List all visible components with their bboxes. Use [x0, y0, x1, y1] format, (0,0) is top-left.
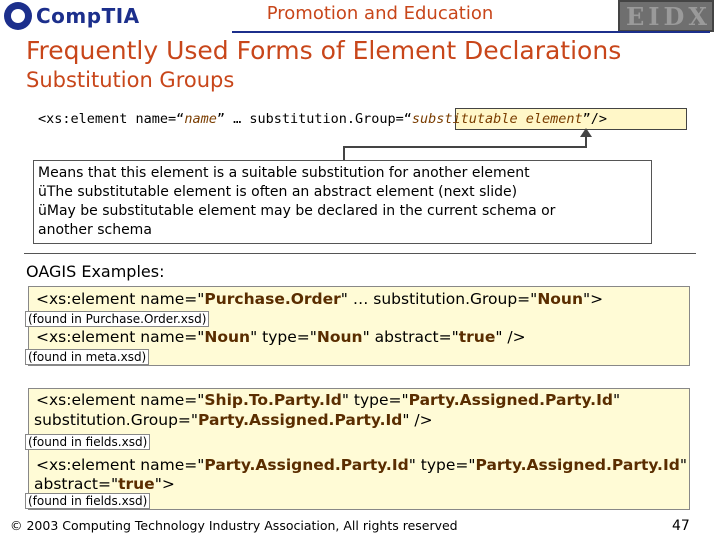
comptia-logo: CompTIA [4, 2, 174, 30]
code-name: name [184, 111, 217, 127]
slide-title: Frequently Used Forms of Element Declara… [26, 36, 622, 65]
code-example: <xs:element name=“name” … substitution.G… [38, 111, 607, 127]
found-note: (found in Purchase.Order.xsd) [25, 311, 210, 327]
copyright: © 2003 Computing Technology Industry Ass… [10, 518, 458, 533]
code-suffix: ”/> [582, 111, 607, 127]
example1-line2: <xs:element name="Noun" type="Noun" abst… [36, 328, 526, 346]
divider [24, 253, 696, 254]
example2-line4: abstract="true"> [34, 475, 175, 493]
example1-line1: <xs:element name="Purchase.Order" … subs… [36, 290, 604, 308]
connector-line [343, 146, 345, 160]
eidx-logo-text: EIDX [626, 2, 711, 31]
code-prefix: <xs:element name=“ [38, 111, 185, 127]
header-rule [232, 31, 710, 33]
header-title: Promotion and Education [266, 3, 494, 24]
slide-subtitle: Substitution Groups [26, 68, 235, 92]
examples-label: OAGIS Examples: [26, 262, 165, 281]
found-note: (found in meta.xsd) [25, 349, 150, 365]
connector-line [343, 146, 586, 148]
found-note: (found in fields.xsd) [25, 493, 151, 509]
example2-line2: substitution.Group="Party.Assigned.Party… [34, 411, 433, 429]
comptia-logo-icon [4, 2, 32, 30]
explanation-line: Means that this element is a suitable su… [38, 165, 530, 181]
explanation-line: another schema [38, 222, 152, 238]
code-group: substitutable element [411, 111, 583, 127]
explanation-line: üThe substitutable element is often an a… [38, 184, 518, 200]
example2-line3: <xs:element name="Party.Assigned.Party.I… [36, 456, 687, 474]
comptia-logo-text: CompTIA [36, 4, 140, 28]
page-number: 47 [672, 518, 690, 534]
explanation-line: üMay be substitutable element may be dec… [38, 203, 556, 219]
found-note: (found in fields.xsd) [25, 434, 151, 450]
example2-line1: <xs:element name="Ship.To.Party.Id" type… [36, 391, 621, 409]
explanation-box: Means that this element is a suitable su… [33, 160, 652, 244]
eidx-logo: EIDX [618, 0, 714, 32]
code-middle: ” … substitution.Group=“ [216, 111, 412, 127]
